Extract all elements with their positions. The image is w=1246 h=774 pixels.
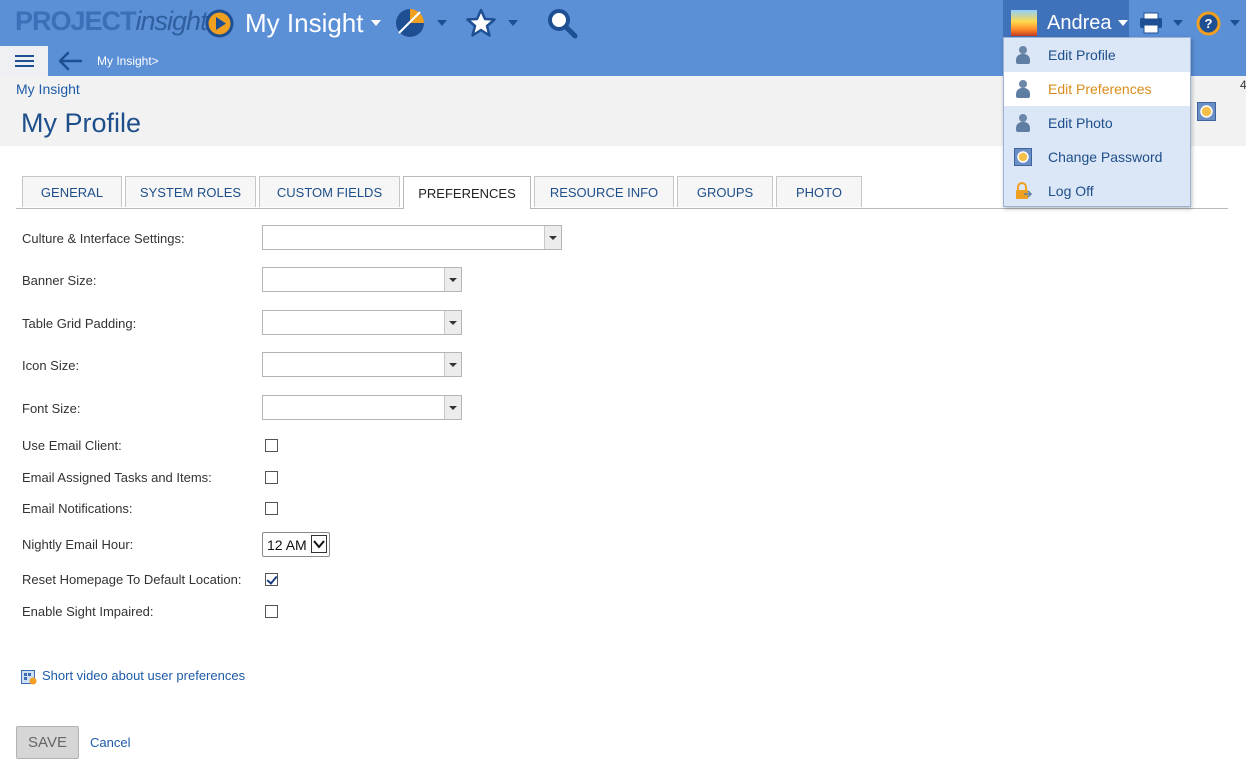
chevron-down-icon [1173, 20, 1183, 26]
person-icon [1014, 80, 1032, 98]
save-button-label: SAVE [28, 734, 67, 751]
chevron-down-icon [311, 535, 327, 553]
star-icon [466, 8, 496, 38]
email-client-checkbox[interactable] [265, 439, 278, 452]
user-name: Andrea [1047, 11, 1112, 34]
search-icon [546, 7, 578, 39]
email-client-label: Use Email Client: [22, 438, 122, 453]
cancel-link[interactable]: Cancel [90, 735, 130, 750]
logo[interactable]: PROJECTinsight [15, 6, 208, 37]
page-title: My Profile [21, 108, 142, 138]
menu-item-edit-photo[interactable]: Edit Photo [1004, 106, 1190, 140]
tab-system-roles[interactable]: SYSTEM ROLES [125, 176, 256, 207]
search-button[interactable] [546, 0, 578, 46]
help-icon: ? [1196, 11, 1221, 36]
font-size-label: Font Size: [22, 401, 81, 416]
nightly-hour-value: 12 AM [267, 537, 307, 553]
edge-text: 4 [1240, 78, 1246, 92]
tab-custom-fields[interactable]: CUSTOM FIELDS [259, 176, 400, 207]
favorites-menu[interactable] [466, 0, 518, 46]
video-link[interactable]: Short video about user preferences [42, 668, 245, 683]
reset-homepage-label: Reset Homepage To Default Location: [22, 572, 242, 587]
tab-resource-info[interactable]: RESOURCE INFO [534, 176, 674, 207]
person-icon [1014, 114, 1032, 132]
culture-select[interactable] [262, 225, 562, 250]
menu-item-label: Edit Preferences [1048, 81, 1152, 97]
menu-item-label: Edit Photo [1048, 115, 1113, 131]
chevron-down-icon [544, 226, 561, 249]
email-tasks-label: Email Assigned Tasks and Items: [22, 470, 212, 485]
pie-chart-icon [395, 8, 425, 38]
menu-item-log-off[interactable]: Log Off [1004, 174, 1190, 208]
chevron-down-icon [437, 20, 447, 26]
menu-item-label: Change Password [1048, 149, 1163, 165]
grid-padding-label: Table Grid Padding: [22, 316, 137, 331]
email-tasks-checkbox[interactable] [265, 471, 278, 484]
menu-item-edit-preferences[interactable]: Edit Preferences [1004, 72, 1190, 106]
nav-title: My Insight [245, 7, 364, 38]
printer-icon [1138, 12, 1164, 34]
nightly-hour-select[interactable]: 12 AM [262, 532, 330, 557]
reset-homepage-checkbox[interactable] [265, 573, 278, 586]
grid-padding-select[interactable] [262, 310, 462, 335]
chevron-down-icon [1117, 20, 1128, 26]
settings-icon [1014, 148, 1032, 166]
chevron-down-icon [444, 268, 461, 291]
sight-impaired-checkbox[interactable] [265, 605, 278, 618]
tab-photo[interactable]: PHOTO [776, 176, 862, 207]
person-icon [1014, 46, 1032, 64]
menu-item-label: Log Off [1048, 183, 1094, 199]
help-menu[interactable]: ? [1196, 0, 1240, 46]
tab-preferences[interactable]: PREFERENCES [403, 176, 531, 209]
sight-impaired-label: Enable Sight Impaired: [22, 604, 154, 619]
tab-general[interactable]: GENERAL [22, 176, 122, 207]
breadcrumb-link[interactable]: My Insight [16, 81, 80, 97]
chevron-down-icon [444, 353, 461, 376]
chevron-down-icon [1230, 20, 1240, 26]
banner-size-select[interactable] [262, 267, 462, 292]
tab-groups[interactable]: GROUPS [677, 176, 773, 207]
avatar [1011, 10, 1037, 36]
chevron-down-icon [444, 396, 461, 419]
culture-label: Culture & Interface Settings: [22, 231, 185, 246]
save-button[interactable]: SAVE [16, 726, 79, 759]
video-icon [21, 670, 37, 685]
menu-item-label: Edit Profile [1048, 47, 1116, 63]
pie-menu[interactable] [395, 0, 447, 46]
banner-size-label: Banner Size: [22, 273, 97, 288]
chevron-down-icon [508, 20, 518, 26]
hamburger-menu-icon[interactable] [0, 46, 48, 76]
email-notifications-label: Email Notifications: [22, 501, 133, 516]
lock-icon [1014, 182, 1033, 200]
menu-item-change-password[interactable]: Change Password [1004, 140, 1190, 174]
nightly-hour-label: Nightly Email Hour: [22, 537, 134, 552]
svg-text:?: ? [1205, 16, 1213, 31]
breadcrumb[interactable]: My Insight> [97, 54, 159, 68]
chevron-down-icon [444, 311, 461, 334]
play-icon [205, 9, 234, 38]
icon-size-label: Icon Size: [22, 358, 80, 373]
email-notifications-checkbox[interactable] [265, 502, 278, 515]
user-dropdown-menu: Edit Profile Edit Preferences Edit Photo… [1003, 37, 1191, 207]
menu-item-edit-profile[interactable]: Edit Profile [1004, 38, 1190, 72]
chevron-down-icon [370, 20, 381, 26]
icon-size-select[interactable] [262, 352, 462, 377]
font-size-select[interactable] [262, 395, 462, 420]
settings-icon[interactable] [1197, 102, 1216, 121]
back-arrow-icon[interactable] [57, 50, 83, 72]
my-insight-menu[interactable]: My Insight [205, 0, 381, 46]
